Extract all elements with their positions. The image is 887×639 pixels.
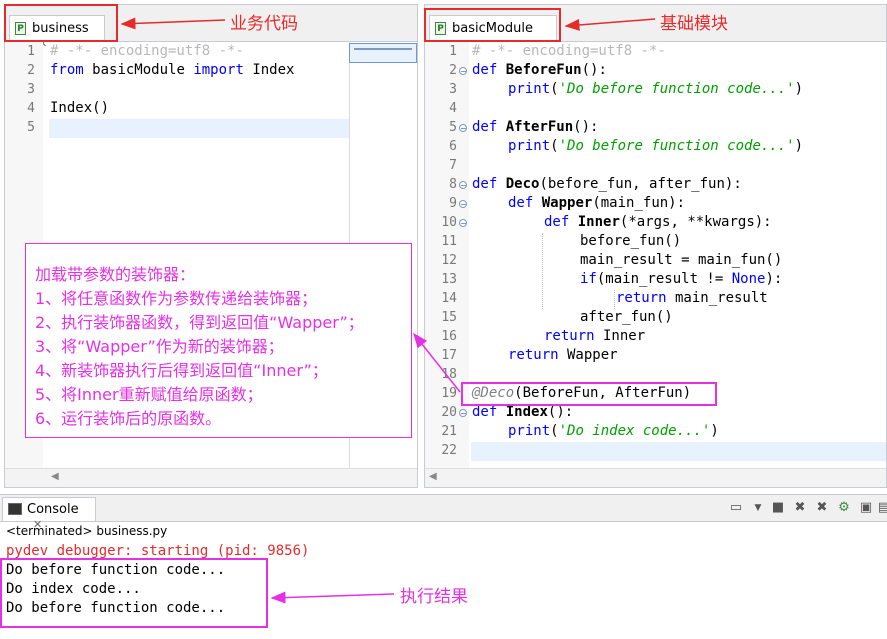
fold-toggle-icon[interactable]: − (459, 124, 467, 133)
code-line-1: # -*- encoding=utf8 -*- (50, 43, 244, 59)
line-number: 6 (449, 139, 457, 154)
scroll-left-icon[interactable]: ◀ (429, 471, 437, 482)
indent-guide (614, 290, 615, 309)
line-number: 13 (441, 272, 457, 287)
indent-guide (542, 233, 543, 309)
code-line-2: from basicModule import Index (50, 62, 295, 78)
horizontal-scrollbar[interactable]: ◀ (425, 468, 886, 487)
current-line-highlight (471, 442, 886, 461)
line-number: 4 (449, 101, 457, 116)
stop-icon[interactable]: ■ (770, 500, 786, 516)
line-number: 18 (441, 367, 457, 382)
remove-all-icon[interactable]: ✖ (814, 500, 830, 516)
code-line-10: def Inner(*args, **kwargs): (544, 214, 772, 230)
line-number: 19 (441, 386, 457, 401)
tab-console-label: Console (27, 502, 79, 517)
line-number: 17 (441, 348, 457, 363)
code-line-20: def Index(): (472, 404, 574, 420)
code-line-6: print('Do before function code...') (508, 138, 804, 154)
horizontal-scrollbar[interactable]: ◀ (5, 468, 417, 487)
basicmodule-tab-highlight (424, 8, 561, 42)
line-number: 10 (441, 215, 457, 230)
console-icon (8, 503, 22, 515)
explanation-note: 加载带参数的装饰器： 1、将任意函数作为参数传递给装饰器； 2、执行装饰器函数，… (25, 243, 412, 438)
note-line: 4、新装饰器执行后得到返回值“Inner”； (35, 361, 328, 380)
line-number: 16 (441, 329, 457, 344)
line-number: 3 (449, 82, 457, 97)
decorator-highlight (461, 382, 717, 406)
line-number: 7 (449, 158, 457, 173)
line-number: 15 (441, 310, 457, 325)
line-number: 5 (449, 120, 457, 135)
code-line-9: def Wapper(main_fun): (508, 195, 686, 211)
code-line-11: before_fun() (580, 233, 682, 249)
note-line: 2、执行装饰器函数，得到返回值“Wapper”； (35, 313, 364, 332)
line-number: 2 (27, 63, 35, 78)
line-number: 8 (449, 177, 457, 192)
scroll-lock-icon[interactable]: ▤ (876, 500, 887, 516)
line-number: 1 (449, 44, 457, 59)
note-line: 3、将“Wapper”作为新的装饰器； (35, 337, 284, 356)
chevron-down-icon[interactable]: ▼ (750, 500, 766, 516)
code-line-17: return Wapper (508, 347, 618, 363)
fold-toggle-icon[interactable]: − (459, 219, 467, 228)
note-line: 6、运行装饰后的原函数。 (35, 409, 222, 428)
note-line: 加载带参数的装饰器： (35, 265, 196, 284)
code-line-21: print('Do index code...') (508, 423, 719, 439)
result-label: 执行结果 (400, 587, 468, 607)
line-number: 12 (441, 253, 457, 268)
current-line-highlight (49, 119, 349, 138)
code-line-15: after_fun() (580, 309, 673, 325)
fold-toggle-icon[interactable]: − (459, 181, 467, 190)
line-number: 2 (449, 63, 457, 78)
line-number: 11 (441, 234, 457, 249)
pin-console-icon[interactable]: ▣ (858, 500, 874, 516)
line-number: 22 (441, 443, 457, 458)
code-line-3: print('Do before function code...') (508, 81, 804, 97)
code-line-2: def BeforeFun(): (472, 62, 607, 78)
console-output-line: pydev debugger: starting (pid: 9856) (6, 543, 310, 559)
basicmodule-editor[interactable]: P basicModule ✕ # -*- encoding=utf8 -*- … (424, 4, 887, 488)
remove-launch-icon[interactable]: ✖ (792, 500, 808, 516)
tab-console[interactable]: Console ✕ (2, 497, 96, 531)
line-number: 21 (441, 424, 457, 439)
business-tab-highlight (4, 4, 118, 42)
overview-ruler[interactable] (349, 43, 417, 63)
note-line: 1、将任意函数作为参数传递给装饰器； (35, 289, 318, 308)
fold-toggle-icon[interactable]: − (459, 409, 467, 418)
basic-label: 基础模块 (660, 14, 728, 34)
debug-icon[interactable]: ⚙ (836, 500, 852, 516)
business-label: 业务代码 (230, 14, 298, 34)
line-number: 9 (449, 196, 457, 211)
note-line: 5、将Inner重新赋值给原函数； (35, 385, 263, 404)
fold-toggle-icon[interactable]: − (459, 200, 467, 209)
code-line-14: return main_result (616, 290, 768, 306)
line-number: 5 (27, 120, 35, 135)
code-line-13: if(main_result != None): (580, 271, 783, 287)
output-highlight (0, 558, 268, 628)
code-line-1: # -*- encoding=utf8 -*- (472, 43, 666, 59)
console-status: <terminated> business.py (6, 524, 168, 538)
line-number: 4 (27, 101, 35, 116)
display-console-icon[interactable]: ▭ (728, 500, 744, 516)
code-line-16: return Inner (544, 328, 646, 344)
line-number: 3 (27, 82, 35, 97)
line-number: 20 (441, 405, 457, 420)
line-number: 14 (441, 291, 457, 306)
fold-toggle-icon[interactable]: − (459, 67, 467, 76)
code-line-5: def AfterFun(): (472, 119, 599, 135)
code-line-12: main_result = main_fun() (580, 252, 783, 268)
code-line-8: def Deco(before_fun, after_fun): (472, 176, 742, 192)
line-number: 1 (27, 44, 35, 59)
code-line-4: Index() (50, 100, 110, 116)
scroll-left-icon[interactable]: ◀ (51, 471, 59, 482)
